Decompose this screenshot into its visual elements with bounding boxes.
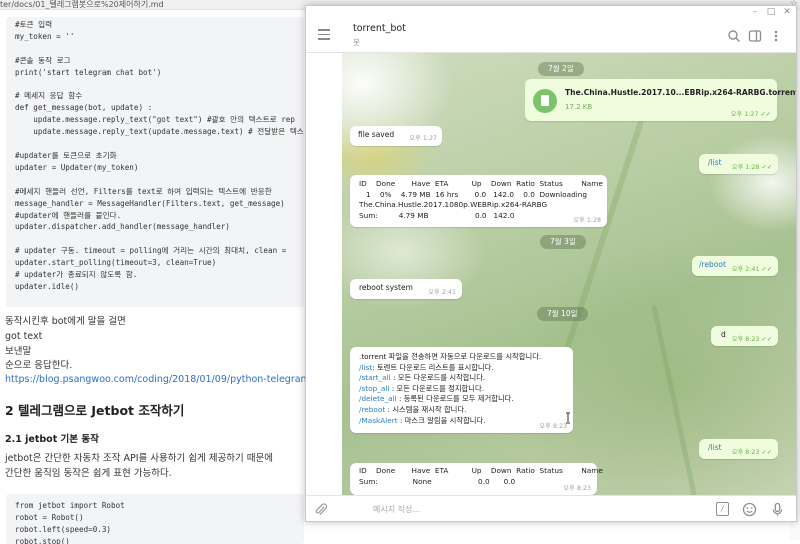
chat-subtitle: 봇 — [353, 38, 360, 47]
help-intro: .torrent 파일을 전송하면 자동으로 다운로드를 시작합니다. — [359, 352, 542, 361]
message-time: 오후 1:27 ✓✓ — [730, 111, 771, 118]
outgoing-message[interactable]: d 오후 8:23 ✓✓ — [711, 326, 778, 346]
paragraph-line: 순으로 응답한다. — [5, 360, 73, 371]
file-icon[interactable] — [533, 89, 557, 113]
outgoing-message[interactable]: /list 오후 1:28 ✓✓ — [699, 154, 778, 174]
help-message: .torrent 파일을 전송하면 자동으로 다운로드를 시작합니다. /lis… — [359, 352, 541, 426]
section-heading: 2 텔레그램으로 Jetbot 조작하기 — [5, 403, 185, 418]
command-link[interactable]: /stop_all — [359, 384, 389, 393]
message-time: 오후 8:23 ✓✓ — [731, 336, 772, 343]
file-path: ter/docs/01_텔레그램봇으로%20제어하기.md — [0, 0, 164, 9]
help-line: /list: 토렌트 다운로드 리스트를 표시합니다. — [359, 362, 494, 372]
message-time: 오후 1:27 — [409, 135, 437, 142]
message-time: 오후 2:41 — [428, 289, 456, 296]
maximize-icon[interactable]: □ — [766, 7, 776, 17]
command-link[interactable]: /MaskAlert — [359, 416, 398, 425]
sidebar-toggle-icon[interactable] — [748, 28, 762, 42]
command-link[interactable]: /delete_all — [359, 394, 397, 403]
date-separator: 7월 10일 — [537, 307, 588, 321]
date-separator: 7월 2일 — [538, 62, 584, 76]
bot-commands-icon[interactable]: / — [716, 502, 729, 516]
wallpaper-decoration — [651, 304, 698, 495]
chat-left-strip — [306, 53, 342, 495]
paragraph-line: 보낸말 — [5, 346, 32, 357]
message-list[interactable]: 7월 2일 The.China.Hustle.2017.10...EBRip.x… — [342, 53, 796, 495]
command-link[interactable]: /list — [359, 363, 372, 372]
message-text: d — [721, 330, 726, 339]
help-line: /stop_all : 모든 다운로드를 정지합니다. — [359, 383, 485, 393]
message-time: 오후 1:28 — [573, 217, 601, 224]
message-text: file saved — [358, 130, 395, 139]
command-link[interactable]: /reboot — [359, 405, 385, 414]
file-size: 17.2 KB — [565, 103, 593, 111]
incoming-message[interactable]: reboot system 오후 2:41 — [350, 279, 462, 299]
status-name-row: The.China.Hustle.2017.1080p.WEBRip.x264-… — [359, 200, 548, 210]
date-separator: 7월 3일 — [540, 235, 586, 249]
close-icon[interactable]: ✕ — [782, 7, 792, 17]
outgoing-message[interactable]: /reboot 오후 2:41 ✓✓ — [692, 256, 778, 276]
code-text: #토큰 입력 my_token = '' #콘솔 동작 로그 print('st… — [15, 20, 304, 291]
message-time: 오후 8:23 — [563, 485, 591, 492]
message-time: 오후 8:23 — [539, 423, 567, 430]
minimize-icon[interactable]: – — [750, 7, 760, 17]
outgoing-message[interactable]: /list 오후 8:23 ✓✓ — [699, 439, 778, 459]
mouse-cursor-icon — [566, 412, 570, 424]
status-sum-row: Sum: 4.79 MB 0.0 142.0 — [359, 210, 515, 220]
command-link[interactable]: /start_all — [359, 373, 391, 382]
incoming-message[interactable]: ID Done Have ETA Up Down Ratio Status Na… — [350, 463, 603, 495]
chat-header: torrent_bot 봇 — [306, 17, 796, 53]
help-line: /delete_all : 등록된 다운로드를 모두 제거합니다. — [359, 394, 514, 404]
paragraph-line: 동작시킨후 bot에게 말을 걸면 — [5, 316, 126, 327]
message-text[interactable]: /reboot — [699, 260, 726, 271]
window-controls: – □ ✕ — [750, 7, 792, 17]
incoming-message[interactable]: file saved 오후 1:27 — [350, 126, 442, 146]
telegram-window: – □ ✕ torrent_bot 봇 7월 2일 The.China.Hust… — [305, 5, 797, 522]
search-icon[interactable] — [727, 28, 741, 42]
chat-title[interactable]: torrent_bot — [353, 23, 406, 34]
code-block: #토큰 입력 my_token = '' #콘솔 동작 로그 print('st… — [6, 17, 304, 307]
message-time: 오후 2:41 ✓✓ — [731, 266, 772, 273]
status-data-row: 1 0% 4.79 MB 16 hrs 0.0 142.0 0.0 Downlo… — [359, 189, 588, 199]
more-icon[interactable] — [769, 28, 783, 42]
help-line: /start_all : 모든 다운로드를 시작합니다. — [359, 373, 486, 383]
message-time: 오후 1:28 ✓✓ — [731, 164, 772, 171]
code-block-2: from jetbot import Robot robot = Robot()… — [6, 494, 304, 544]
paragraph-line: 간단한 움직임 동작은 쉽게 표현 가능하다. — [5, 468, 172, 479]
paragraph-line: jetbot은 간단한 자동차 조작 API를 사용하기 쉽게 제공하기 때문에 — [5, 453, 273, 464]
message-text[interactable]: /list — [708, 158, 722, 169]
torrent-status-table: ID Done Have ETA Up Down Ratio Status Na… — [359, 179, 603, 221]
message-time: 오후 8:23 ✓✓ — [731, 449, 772, 456]
file-name: The.China.Hustle.2017.10...EBRip.x264-RA… — [565, 88, 797, 97]
incoming-message[interactable]: .torrent 파일을 전송하면 자동으로 다운로드를 시작합니다. /lis… — [350, 347, 573, 433]
file-message[interactable]: The.China.Hustle.2017.10...EBRip.x264-RA… — [525, 79, 796, 121]
code-text-2: from jetbot import Robot robot = Robot()… — [15, 501, 125, 544]
message-text[interactable]: /list — [708, 443, 722, 454]
message-text: reboot system — [359, 283, 413, 292]
emoji-icon[interactable] — [742, 502, 757, 517]
status-header-row: ID Done Have ETA Up Down Ratio Status Na… — [359, 466, 603, 475]
status-header-row: ID Done Have ETA Up Down Ratio Status Na… — [359, 179, 603, 188]
attach-icon[interactable] — [314, 502, 328, 516]
message-composer: 메시지 작성... / — [306, 495, 796, 521]
incoming-message[interactable]: ID Done Have ETA Up Down Ratio Status Na… — [350, 175, 607, 227]
blog-link[interactable]: https://blog.psangwoo.com/coding/2018/01… — [5, 374, 332, 385]
menu-icon[interactable] — [318, 29, 330, 40]
message-input[interactable]: 메시지 작성... — [373, 504, 420, 515]
paragraph-line: got text — [5, 331, 43, 342]
help-line: /MaskAlert : 마스크 알림을 시작합니다. — [359, 415, 486, 425]
subsection-heading: 2.1 jetbot 기본 동작 — [5, 434, 99, 445]
help-line: /reboot : 시스템을 재시작 합니다. — [359, 404, 467, 414]
microphone-icon[interactable] — [770, 502, 785, 517]
